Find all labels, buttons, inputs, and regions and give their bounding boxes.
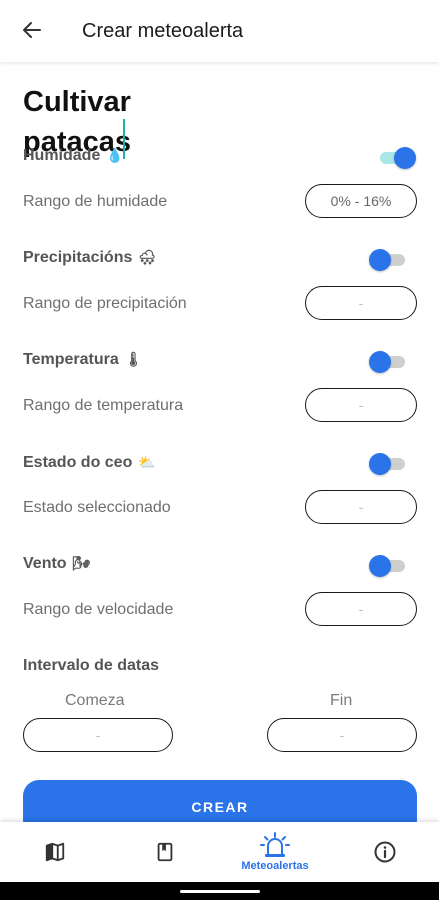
page-header-title: Crear meteoalerta <box>82 20 244 42</box>
arrow-left-icon <box>23 22 41 38</box>
nav-label-meteoalertas: Meteoalertas <box>241 860 309 872</box>
system-navigation-bar <box>0 882 439 900</box>
wind-icon: 🌬 <box>72 555 91 571</box>
toggle-sky-state[interactable] <box>369 453 409 475</box>
toggle-temperature[interactable] <box>369 351 409 373</box>
map-icon <box>45 842 65 862</box>
app-bar: Crear meteoalerta <box>0 0 439 62</box>
end-date-field[interactable]: - <box>267 718 417 752</box>
bottom-navigation: Meteoalertas <box>0 822 439 882</box>
home-indicator[interactable] <box>180 890 260 893</box>
row-label-precipitation-range: Rango de precipitación <box>23 295 187 312</box>
sky-state-field[interactable]: - <box>305 490 417 524</box>
alarm-light-icon <box>260 832 290 857</box>
row-label-humidity-range: Rango de humidade <box>23 193 168 210</box>
info-icon <box>374 841 396 863</box>
back-button[interactable] <box>20 18 44 42</box>
section-label-wind: Vento 🌬 <box>23 555 91 572</box>
section-label-precipitation: Precipitacións 🌨 <box>23 249 157 266</box>
row-label-sky-state: Estado seleccionado <box>23 499 171 516</box>
nav-item-map[interactable] <box>0 822 110 882</box>
date-interval-label: Intervalo de datas <box>23 657 160 674</box>
start-date-field[interactable]: - <box>23 718 173 752</box>
wind-speed-field[interactable]: - <box>305 592 417 626</box>
snow-cloud-icon: 🌨 <box>138 249 157 265</box>
section-label-temperature: Temperatura 🌡 <box>23 351 143 368</box>
row-label-wind-speed: Rango de velocidade <box>23 601 174 618</box>
precipitation-range-field[interactable]: - <box>305 286 417 320</box>
book-icon <box>157 842 173 862</box>
partly-cloudy-icon: ⛅ <box>138 454 156 470</box>
start-date-label: Comeza <box>65 692 125 709</box>
row-label-temperature-range: Rango de temperatura <box>23 397 184 414</box>
toggle-precipitation[interactable] <box>369 249 409 271</box>
toggle-wind[interactable] <box>369 555 409 577</box>
end-date-label: Fin <box>330 692 353 709</box>
toggle-humidity[interactable] <box>376 147 416 169</box>
droplet-icon: 💧 <box>106 147 124 163</box>
thermometer-icon: 🌡 <box>124 351 143 367</box>
temperature-range-field[interactable]: - <box>305 388 417 422</box>
nav-item-book[interactable] <box>110 822 220 882</box>
section-label-sky-state: Estado do ceo ⛅ <box>23 454 156 471</box>
nav-item-info[interactable] <box>330 822 439 882</box>
nav-item-meteoalertas[interactable]: Meteoalertas <box>220 822 330 882</box>
section-label-humidity: Humidade 💧 <box>23 147 124 164</box>
humidity-range-field[interactable]: 0% - 16% <box>305 184 417 218</box>
